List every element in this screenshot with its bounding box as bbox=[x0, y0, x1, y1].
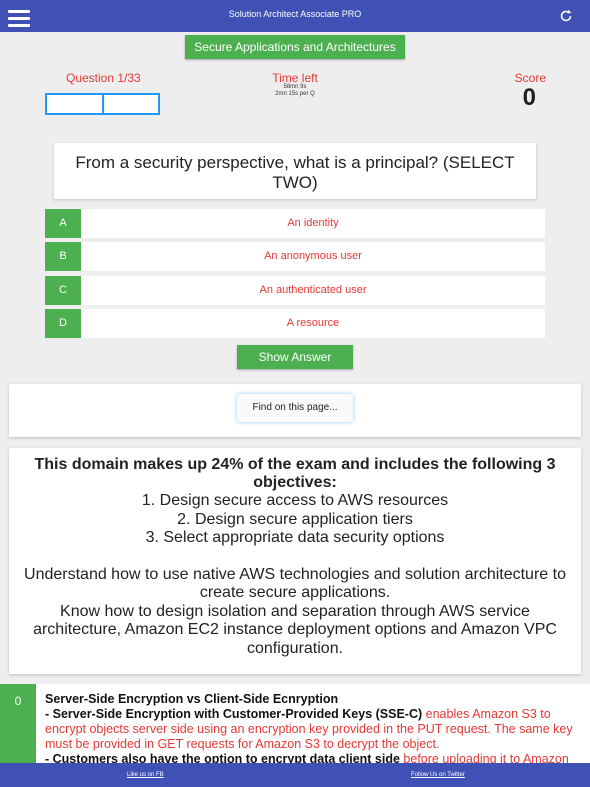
answer-option-a[interactable]: A An identity bbox=[45, 209, 545, 238]
top-app-bar: Solution Architect Associate PRO bbox=[0, 0, 590, 32]
answer-letter: A bbox=[45, 209, 81, 238]
facebook-link[interactable]: Like us on FB bbox=[127, 772, 164, 778]
app-title: Solution Architect Associate PRO bbox=[228, 9, 362, 19]
answer-letter: B bbox=[45, 242, 81, 271]
answer-text: An authenticated user bbox=[259, 284, 367, 296]
answer-text: An identity bbox=[287, 217, 339, 229]
question-text: From a security perspective, what is a p… bbox=[75, 153, 515, 192]
time-per-question: 2mn 15s per Q bbox=[275, 91, 315, 97]
domain-paragraph: Understand how to use native AWS technol… bbox=[24, 565, 566, 602]
objective-item: 2. Design secure application tiers bbox=[177, 510, 413, 528]
domain-heading: This domain makes up 24% of the exam and… bbox=[34, 456, 556, 491]
find-on-page-button[interactable]: Find on this page... bbox=[237, 394, 353, 422]
score-value: 0 bbox=[522, 84, 536, 111]
answer-text: An anonymous user bbox=[264, 250, 362, 262]
domain-info-card: This domain makes up 24% of the exam and… bbox=[9, 448, 581, 674]
answer-letter: D bbox=[45, 309, 81, 338]
show-answer-button[interactable]: Show Answer bbox=[237, 345, 353, 369]
notes-number-badge: 0 bbox=[0, 684, 36, 764]
notes-body: Server-Side Encryption vs Client-Side Ec… bbox=[45, 692, 578, 764]
notes-title: Server-Side Encryption vs Client-Side Ec… bbox=[45, 692, 339, 706]
answer-letter: C bbox=[45, 276, 81, 305]
answer-text: A resource bbox=[286, 317, 340, 329]
refresh-icon[interactable] bbox=[558, 8, 574, 24]
find-card: Find on this page... bbox=[9, 384, 581, 437]
notes-card: 0 Server-Side Encryption vs Client-Side … bbox=[0, 684, 590, 764]
time-left-label: Time left bbox=[272, 71, 318, 85]
answer-option-b[interactable]: B An anonymous user bbox=[45, 242, 545, 271]
answer-option-c[interactable]: C An authenticated user bbox=[45, 276, 545, 305]
objective-item: 3. Select appropriate data security opti… bbox=[145, 529, 445, 546]
objective-item: 1. Design secure access to AWS resources bbox=[141, 492, 449, 509]
score-label: Score bbox=[514, 71, 546, 85]
time-left-value: 58mn 9s bbox=[283, 84, 307, 90]
answer-option-d[interactable]: D A resource bbox=[45, 309, 545, 338]
category-button[interactable]: Secure Applications and Architectures bbox=[185, 35, 405, 59]
footer-bar: Like us on FB Follow Us on Twitter bbox=[0, 763, 590, 787]
twitter-link[interactable]: Follow Us on Twitter bbox=[411, 772, 465, 778]
question-card: From a security perspective, what is a p… bbox=[54, 143, 536, 199]
domain-paragraph: Know how to design isolation and separat… bbox=[33, 602, 557, 657]
notes-item-bold: - Server-Side Encryption with Customer-P… bbox=[45, 707, 423, 721]
